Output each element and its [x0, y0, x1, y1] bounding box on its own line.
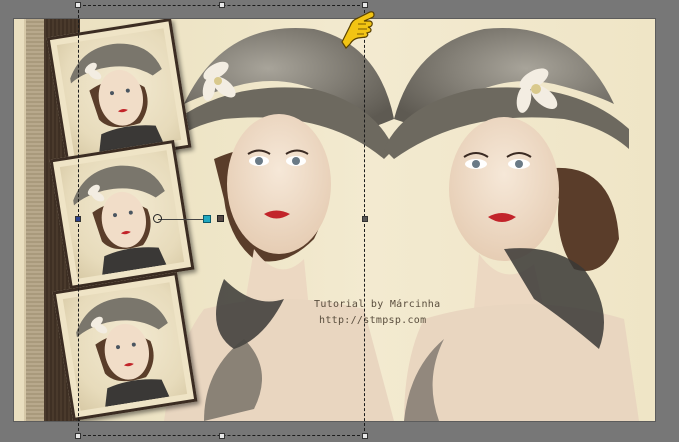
workspace: Tutorial by Márcinha http://stmpsp.com	[0, 0, 679, 442]
rotation-arm	[158, 219, 208, 220]
hand-pointer-icon	[341, 11, 375, 49]
handle-middle-left[interactable]	[75, 216, 81, 222]
decor-stripe-light	[26, 19, 44, 421]
skew-handle[interactable]	[217, 215, 224, 222]
handle-top-left[interactable]	[75, 2, 81, 8]
handle-bottom-middle[interactable]	[219, 433, 225, 439]
pivot-point[interactable]	[153, 214, 162, 223]
handle-bottom-right[interactable]	[362, 433, 368, 439]
rotation-handle[interactable]	[203, 215, 211, 223]
handle-bottom-left[interactable]	[75, 433, 81, 439]
portrait-large-right	[384, 27, 639, 421]
handle-top-middle[interactable]	[219, 2, 225, 8]
handle-middle-right[interactable]	[362, 216, 368, 222]
